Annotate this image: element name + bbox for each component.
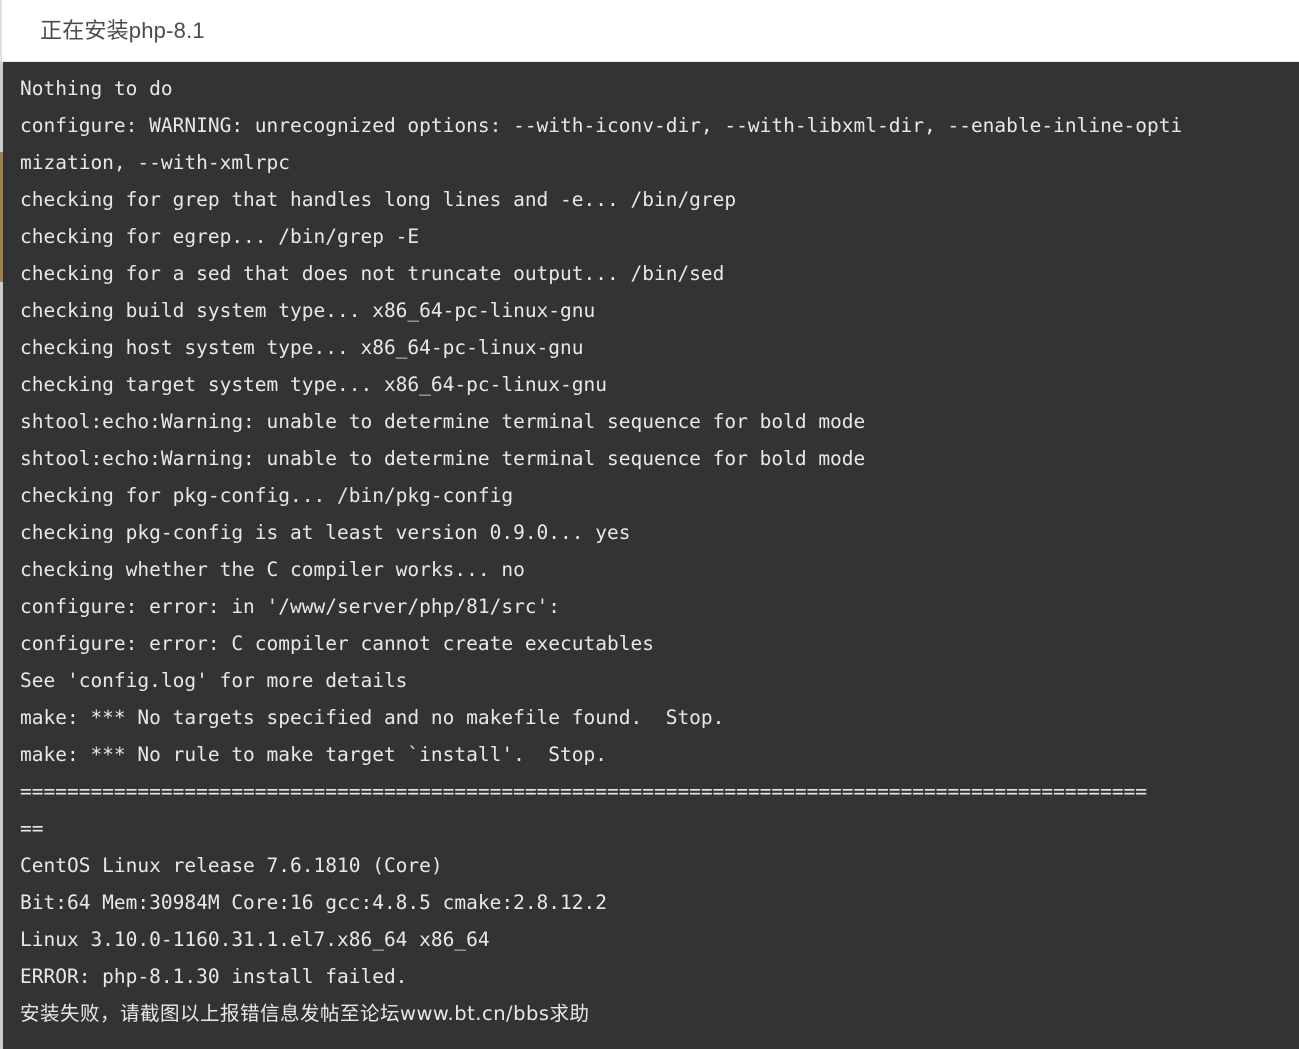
dialog-titlebar: 正在安装php-8.1 — [0, 0, 1299, 62]
terminal-log-text: Nothing to do configure: WARNING: unrecog… — [0, 62, 1299, 1049]
terminal-line: checking whether the C compiler works...… — [20, 558, 525, 581]
terminal-line: checking build system type... x86_64-pc-… — [20, 299, 596, 322]
terminal-line: make: *** No rule to make target `instal… — [20, 743, 607, 766]
terminal-line: shtool:echo:Warning: unable to determine… — [20, 410, 866, 433]
terminal-line: checking host system type... x86_64-pc-l… — [20, 336, 584, 359]
vertical-scrollbar-thumb[interactable] — [0, 152, 3, 282]
terminal-line: mization, --with-xmlrpc — [20, 151, 291, 174]
terminal-line: checking target system type... x86_64-pc… — [20, 373, 607, 396]
page-title: 正在安装php-8.1 — [40, 17, 205, 43]
vertical-scrollbar-track[interactable] — [0, 62, 3, 1049]
terminal-line: ========================================… — [20, 780, 1148, 803]
terminal-line: See 'config.log' for more details — [20, 669, 408, 692]
terminal-line: Linux 3.10.0-1160.31.1.el7.x86_64 x86_64 — [20, 928, 490, 951]
terminal-line: configure: error: in '/www/server/php/81… — [20, 595, 561, 618]
terminal-line: make: *** No targets specified and no ma… — [20, 706, 725, 729]
terminal-line: checking pkg-config is at least version … — [20, 521, 631, 544]
window-left-edge — [0, 0, 2, 62]
install-log-window: 正在安装php-8.1 Nothing to do configure: WARN… — [0, 0, 1299, 1049]
terminal-line: ERROR: php-8.1.30 install failed. — [20, 965, 408, 988]
terminal-line: checking for egrep... /bin/grep -E — [20, 225, 420, 248]
terminal-line: checking for a sed that does not truncat… — [20, 262, 725, 285]
terminal-line: checking for grep that handles long line… — [20, 188, 737, 211]
terminal-line: shtool:echo:Warning: unable to determine… — [20, 447, 866, 470]
terminal-line: Nothing to do — [20, 77, 173, 100]
terminal-output-panel: Nothing to do configure: WARNING: unrecog… — [0, 62, 1299, 1049]
terminal-line: checking for pkg-config... /bin/pkg-conf… — [20, 484, 514, 507]
terminal-line: configure: error: C compiler cannot crea… — [20, 632, 654, 655]
terminal-line: == — [20, 817, 44, 840]
terminal-line: CentOS Linux release 7.6.1810 (Core) — [20, 854, 443, 877]
terminal-line: 安装失败，请截图以上报错信息发帖至论坛www.bt.cn/bbs求助 — [20, 1002, 590, 1025]
terminal-line: configure: WARNING: unrecognized options… — [20, 114, 1183, 137]
terminal-line: Bit:64 Mem:30984M Core:16 gcc:4.8.5 cmak… — [20, 891, 607, 914]
